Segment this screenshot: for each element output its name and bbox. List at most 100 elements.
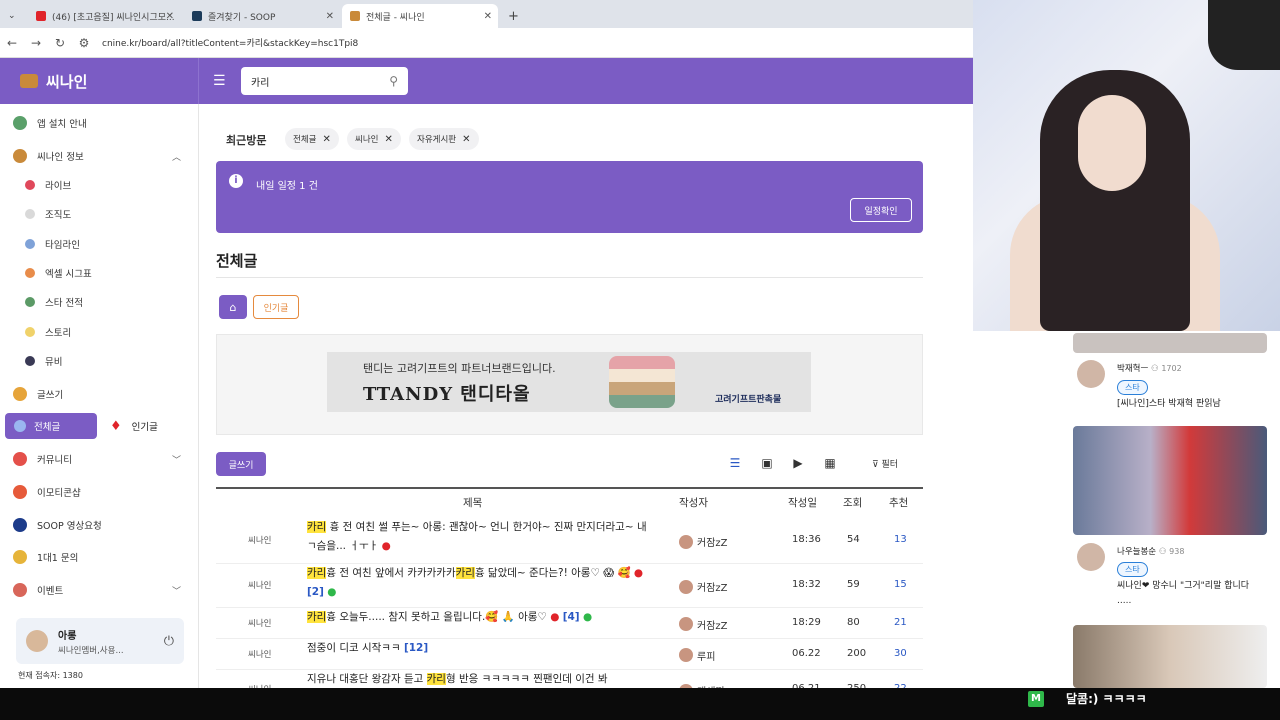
search-input[interactable]: 카리 ⚲	[241, 67, 408, 95]
browser-tab-1[interactable]: (46) [초고음질] 씨나인시그모... ✕	[28, 4, 180, 28]
site-logo[interactable]: 씨나인	[0, 58, 199, 104]
grid-view-icon[interactable]: ▦	[822, 456, 838, 472]
post-author-name: 루피	[697, 651, 716, 663]
forward-icon[interactable]: →	[24, 36, 48, 50]
avatar[interactable]	[1077, 543, 1105, 571]
sidebar-item-emoticon-shop[interactable]: 이모티콘샵	[0, 477, 199, 507]
write-button[interactable]: 글쓰기	[216, 452, 266, 476]
menu-icon[interactable]: ☰	[213, 73, 226, 89]
post-title[interactable]: 카리흉 전 여친 앞에서 카카카카카카리흉 닮았데~ 준다는?! 아롱♡ 😱 🥰…	[307, 564, 659, 602]
ad-line-1: 탠디는 고려기프트의 파트너브랜드입니다.	[363, 362, 556, 375]
recent-chip[interactable]: 전체글 ✕	[285, 128, 339, 150]
post-title[interactable]: 카리 흉 전 여친 썰 푸는~ 아롱: 괜찮아~ 언니 한거야~ 진짜 만지더라…	[307, 518, 659, 556]
streamer-face	[1078, 95, 1146, 191]
sidebar-item-event[interactable]: 이벤트 ﹀	[0, 575, 199, 605]
table-row[interactable]: 씨나인 카리흉 오늘두..... 참지 못하고 올립니다.🥰 🙏 아롱♡ ● [4…	[216, 608, 923, 639]
popular-filter-button[interactable]: 인기글	[253, 295, 299, 319]
browser-tab-2[interactable]: 즐겨찾기 - SOOP ✕	[184, 4, 340, 28]
sidebar-item-write[interactable]: 글쓰기	[0, 379, 199, 409]
sidebar-item-soop-request[interactable]: SOOP 영상요청	[0, 510, 199, 540]
feed-thumbnail[interactable]	[1073, 333, 1267, 353]
avatar[interactable]	[1077, 360, 1105, 388]
filter-button[interactable]: ⊽ 필터	[872, 457, 898, 470]
close-icon[interactable]: ✕	[384, 134, 392, 145]
sidebar-all-posts-button[interactable]: 전체글	[5, 413, 97, 439]
feed-text[interactable]: [씨나인]스타 박재혁 판읽남	[1117, 397, 1221, 412]
post-author[interactable]: 커잠zZ	[679, 617, 728, 632]
schedule-check-button[interactable]: 일정확인	[850, 198, 912, 222]
sidebar-item-community[interactable]: 커뮤니티 ﹀	[0, 444, 199, 474]
user-name: 아롱	[58, 630, 77, 642]
table-row[interactable]: 씨나인 카리흉 전 여친 앞에서 카카카카카카리흉 닮았데~ 준다는?! 아롱♡ …	[216, 564, 923, 608]
fire-icon: ♦	[110, 418, 122, 434]
recent-chip[interactable]: 자유게시판 ✕	[409, 128, 479, 150]
table-row[interactable]: 씨나인 카리 흉 전 여친 썰 푸는~ 아롱: 괜찮아~ 언니 한거야~ 진짜 만…	[216, 518, 923, 564]
sidebar-item-org-chart[interactable]: 조직도	[0, 199, 199, 229]
excel-icon	[25, 268, 35, 278]
sidebar-item-story[interactable]: 스토리	[0, 317, 199, 347]
feed-count: 938	[1169, 547, 1185, 556]
reload-icon[interactable]: ↻	[48, 36, 72, 50]
home-button[interactable]: ⌂	[219, 295, 247, 319]
close-icon[interactable]: ✕	[166, 11, 174, 22]
post-title[interactable]: 점중이 디코 시작ㅋㅋ [12]	[307, 639, 659, 658]
video-view-icon[interactable]: ▶	[790, 456, 806, 472]
feed-thumbnail[interactable]	[1073, 426, 1267, 535]
sidebar-item-cnine-info[interactable]: 씨나인 정보 ︿	[0, 141, 199, 171]
table-row[interactable]: 씨나인 점중이 디코 시작ㅋㅋ [12] 루피 06.22 200 30	[216, 639, 923, 670]
sidebar-popular-posts-button[interactable]: ♦ 인기글	[110, 413, 190, 439]
new-tab-button[interactable]: +	[500, 4, 524, 28]
sidebar-item-timeline[interactable]: 타임라인	[0, 229, 199, 259]
feed-author[interactable]: 나우늘봉순 ⚇ 938	[1117, 545, 1184, 557]
post-date: 06.22	[792, 647, 821, 659]
sidebar-item-app-install[interactable]: 앱 설치 안내	[0, 108, 199, 138]
back-icon[interactable]: ←	[0, 36, 24, 50]
tab-list-chevron-icon[interactable]: ⌄	[0, 4, 28, 28]
post-title[interactable]: 지유나 대홍단 왕감자 듣고 카리형 반응 ㅋㅋㅋㅋㅋ 찐팬인데 이건 봐	[307, 670, 659, 689]
sidebar-item-label: 1대1 문의	[37, 553, 79, 564]
post-date: 18:32	[792, 579, 821, 590]
browser-tab-bar: ⌄ (46) [초고음질] 씨나인시그모... ✕ 즐겨찾기 - SOOP ✕ …	[0, 0, 973, 28]
sidebar-item-excel-sig[interactable]: 엑셀 시그표	[0, 258, 199, 288]
sidebar-item-mv[interactable]: 뮤비	[0, 346, 199, 376]
recent-chip[interactable]: 씨나인 ✕	[347, 128, 401, 150]
sidebar-item-label: 인기글	[131, 422, 158, 433]
avatar[interactable]	[26, 630, 48, 652]
chevron-down-icon[interactable]: ﹀	[172, 584, 181, 597]
close-icon[interactable]: ✕	[322, 134, 330, 145]
column-header-views: 조회	[843, 497, 863, 509]
image-view-icon[interactable]: ▣	[759, 456, 775, 472]
power-icon[interactable]: ⏻	[164, 634, 174, 649]
feed-author[interactable]: 박재혁ㅡ ⚇ 1702	[1117, 362, 1182, 374]
post-author-name: 커잠zZ	[697, 538, 728, 549]
browser-tab-3[interactable]: 전체글 - 씨나인 ✕	[342, 4, 498, 28]
chevron-down-icon[interactable]: ﹀	[172, 453, 181, 466]
site-info-icon[interactable]: ⚙	[72, 36, 96, 50]
close-icon[interactable]: ✕	[484, 11, 492, 22]
column-header-date: 작성일	[788, 497, 817, 509]
search-icon[interactable]: ⚲	[389, 74, 398, 88]
post-recommend: 15	[894, 579, 907, 590]
post-title[interactable]: 카리흉 오늘두..... 참지 못하고 올립니다.🥰 🙏 아롱♡ ● [4] ●	[307, 608, 659, 627]
sidebar-item-live[interactable]: 라이브	[0, 170, 199, 200]
sidebar-item-inquiry[interactable]: 1대1 문의	[0, 542, 199, 572]
chevron-up-icon[interactable]: ︿	[172, 150, 181, 163]
close-icon[interactable]: ✕	[462, 134, 470, 145]
feed-thumbnail[interactable]	[1073, 625, 1267, 688]
post-author[interactable]: 커잠zZ	[679, 579, 728, 594]
close-icon[interactable]: ✕	[326, 11, 334, 22]
sidebar-item-star-record[interactable]: 스타 전적	[0, 287, 199, 317]
feed-text[interactable]: 씨나인❤ 망수니 "그거"리말 합니다 .....	[1117, 579, 1262, 609]
chip-label: 씨나인	[355, 135, 379, 145]
info-icon	[13, 149, 27, 163]
people-icon: ⚇	[1150, 364, 1159, 374]
post-author[interactable]: 커잠zZ	[679, 534, 728, 549]
inquiry-icon	[13, 550, 27, 564]
list-view-icon[interactable]: ☰	[727, 456, 743, 472]
url-field[interactable]: cnine.kr/board/all?titleContent=카리&stack…	[102, 36, 358, 49]
sidebar-item-label: 스타 전적	[45, 298, 83, 309]
story-icon	[25, 327, 35, 337]
ad-banner[interactable]: 탠디는 고려기프트의 파트너브랜드입니다. TTANDY 탠디타올 고려기프트판…	[327, 352, 811, 412]
soop-icon	[13, 518, 27, 532]
post-author[interactable]: 루피	[679, 648, 715, 663]
